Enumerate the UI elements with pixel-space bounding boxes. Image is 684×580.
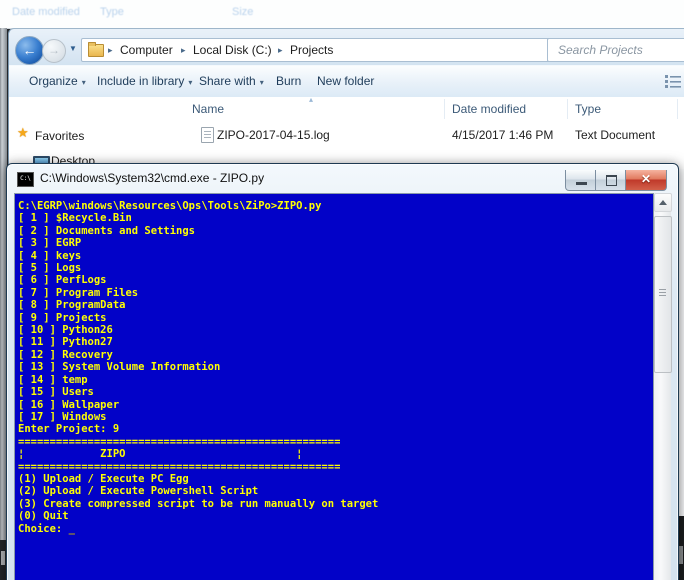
- column-divider[interactable]: [444, 99, 445, 119]
- explorer-navbar: ← → ▼ ▸ Computer ▸ Local Disk (C:) ▸ Pro…: [9, 29, 684, 65]
- scroll-up-icon: [659, 200, 667, 205]
- views-button[interactable]: [665, 74, 681, 89]
- console-text: C:\EGRP\windows\Resources\Ops\Tools\ZiPo…: [18, 200, 378, 535]
- sort-ascending-icon: ▴: [309, 95, 313, 104]
- back-button[interactable]: ←: [15, 36, 44, 65]
- text-document-icon: [201, 127, 214, 143]
- scroll-up-button[interactable]: [654, 193, 672, 212]
- back-arrow-icon: ←: [23, 42, 37, 58]
- chevron-down-icon: ▾: [188, 78, 192, 87]
- cmd-icon: C:\: [17, 172, 34, 187]
- explorer-toolbar: Organize▾ Include in library▾ Share with…: [9, 65, 684, 98]
- share-with-menu[interactable]: Share with▾: [199, 66, 264, 96]
- scroll-thumb[interactable]: [654, 216, 672, 373]
- chevron-down-icon: ▾: [260, 78, 264, 87]
- console[interactable]: C:\EGRP\windows\Resources\Ops\Tools\ZiPo…: [14, 193, 654, 580]
- crumb-separator-icon[interactable]: ▸: [108, 39, 113, 61]
- include-in-library-menu[interactable]: Include in library▾: [97, 66, 192, 96]
- close-button[interactable]: ✕: [625, 170, 667, 191]
- ghost-column-date-modified: Date modified: [12, 6, 80, 18]
- minimize-button[interactable]: [565, 170, 597, 191]
- column-header-name[interactable]: Name: [192, 100, 224, 118]
- explorer-content: Name ▴ Date modified Type ★ Favorites De…: [9, 97, 684, 169]
- explorer-window: ← → ▼ ▸ Computer ▸ Local Disk (C:) ▸ Pro…: [8, 28, 684, 169]
- breadcrumb-local-disk[interactable]: Local Disk (C:): [193, 39, 272, 61]
- cmd-window-title: C:\Windows\System32\cmd.exe - ZIPO.py: [40, 164, 264, 192]
- folder-icon: [88, 44, 104, 57]
- ghost-column-size: Size: [232, 6, 253, 18]
- column-header-date-modified[interactable]: Date modified: [452, 100, 526, 118]
- forward-arrow-icon: →: [48, 43, 60, 57]
- breadcrumb-computer[interactable]: Computer: [120, 39, 173, 61]
- file-date-modified: 4/15/2017 1:46 PM: [452, 125, 553, 145]
- file-type: Text Document: [575, 125, 655, 145]
- forward-button[interactable]: →: [42, 39, 66, 63]
- file-row[interactable]: ZIPO-2017-04-15.log 4/15/2017 1:46 PM Te…: [189, 125, 684, 145]
- chevron-down-icon: ▾: [82, 78, 86, 87]
- breadcrumb-projects[interactable]: Projects: [290, 39, 333, 61]
- crumb-separator-icon[interactable]: ▸: [278, 39, 283, 61]
- burn-button[interactable]: Burn: [276, 66, 301, 96]
- new-folder-button[interactable]: New folder: [317, 66, 374, 96]
- file-name[interactable]: ZIPO-2017-04-15.log: [217, 125, 330, 145]
- cmd-titlebar[interactable]: C:\ C:\Windows\System32\cmd.exe - ZIPO.p…: [7, 164, 678, 192]
- maximize-icon: [606, 175, 617, 186]
- ghost-column-type: Type: [100, 6, 124, 18]
- minimize-icon: [576, 182, 587, 185]
- column-divider[interactable]: [677, 99, 678, 119]
- cmd-body: C:\EGRP\windows\Resources\Ops\Tools\ZiPo…: [14, 193, 671, 580]
- column-divider[interactable]: [567, 99, 568, 119]
- background-left-mark: [1, 551, 5, 565]
- address-bar[interactable]: ▸ Computer ▸ Local Disk (C:) ▸ Projects …: [81, 38, 553, 62]
- console-scrollbar[interactable]: [654, 193, 671, 580]
- search-input[interactable]: [556, 41, 680, 59]
- close-icon: ✕: [626, 170, 666, 190]
- background-window: Date modified Type Size: [0, 0, 684, 29]
- star-icon: ★: [17, 125, 29, 141]
- console-cursor: _: [69, 523, 75, 535]
- console-output: C:\EGRP\windows\Resources\Ops\Tools\ZiPo…: [15, 194, 653, 535]
- search-box: [547, 38, 684, 62]
- recent-pages-dropdown-icon[interactable]: ▼: [69, 44, 77, 53]
- organize-menu[interactable]: Organize▾: [29, 66, 86, 96]
- screen: Date modified Type Size ← → ▼ ▸ Computer…: [0, 0, 684, 580]
- crumb-separator-icon[interactable]: ▸: [181, 39, 186, 61]
- sidebar-item-favorites[interactable]: Favorites: [35, 129, 84, 143]
- cmd-window: C:\ C:\Windows\System32\cmd.exe - ZIPO.p…: [6, 163, 679, 580]
- maximize-button[interactable]: [595, 170, 627, 191]
- column-header-type[interactable]: Type: [575, 100, 601, 118]
